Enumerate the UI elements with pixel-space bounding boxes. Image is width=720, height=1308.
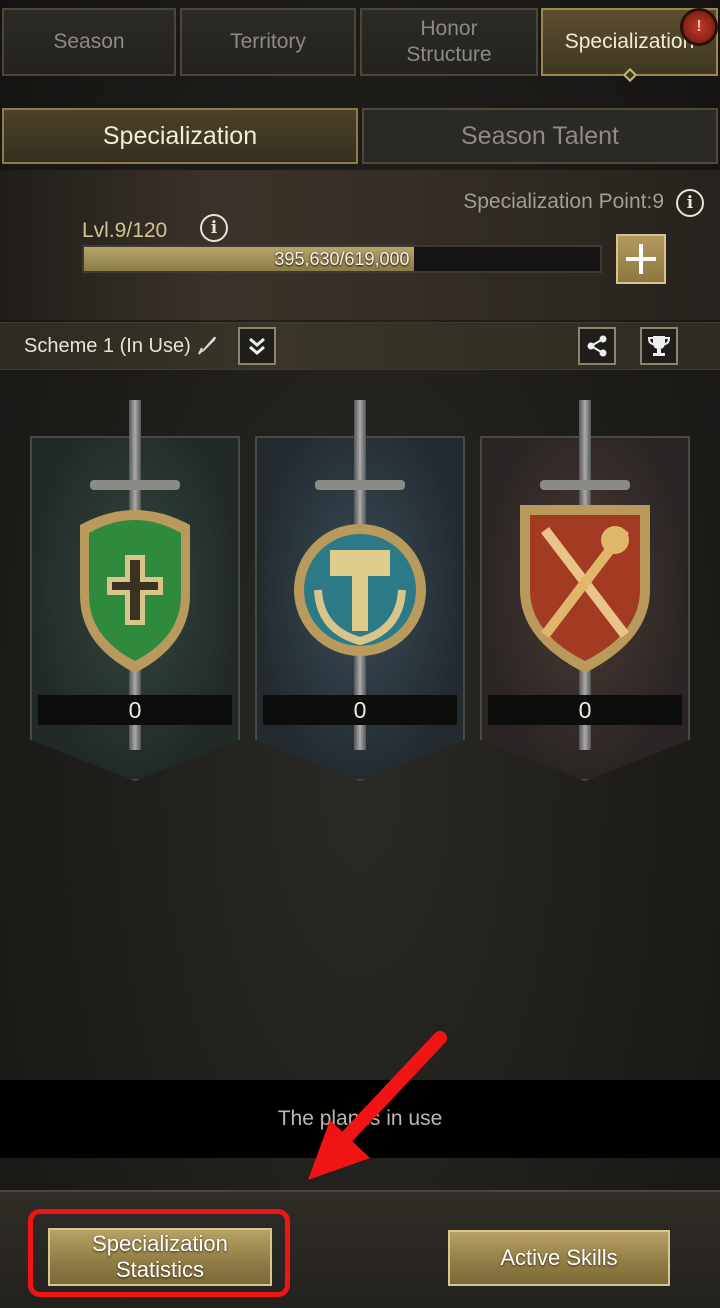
sword-guard <box>315 480 405 490</box>
notification-badge: ! <box>680 8 718 46</box>
trophy-button[interactable] <box>640 327 678 365</box>
active-skills-label: Active Skills <box>500 1245 618 1270</box>
tab-territory[interactable]: Territory <box>180 8 356 76</box>
trophy-icon <box>647 336 671 356</box>
add-experience-button[interactable] <box>616 234 666 284</box>
tab-honor-structure-label: Honor Structure <box>406 17 492 66</box>
specialization-banner-2[interactable]: ⚜ ⚜ 0 <box>255 400 465 785</box>
active-tab-indicator <box>622 67 637 83</box>
banner-2-count: 0 <box>263 695 457 725</box>
hammer-laurel-emblem-icon <box>290 495 430 675</box>
top-tab-bar: Season Territory Honor Structure Special… <box>0 0 720 83</box>
sword-guard <box>90 480 180 490</box>
share-icon <box>587 335 607 357</box>
spec-point-info-icon[interactable]: i <box>676 189 704 217</box>
specialization-point-text: Specialization Point:9 <box>463 190 664 213</box>
sword-guard <box>540 480 630 490</box>
tab-territory-label: Territory <box>230 30 306 53</box>
crossed-swords-emblem-icon <box>515 495 655 675</box>
scheme-label[interactable]: Scheme 1 (In Use) <box>24 334 218 358</box>
tab-season-label: Season <box>53 30 125 53</box>
subtab-specialization-label: Specialization <box>102 121 258 150</box>
active-skills-button[interactable]: Active Skills <box>448 1230 670 1286</box>
level-text: Lvl.9/120 <box>82 219 168 242</box>
specialization-banner-1[interactable]: ⚜ ⚜ 0 <box>30 400 240 785</box>
share-button[interactable] <box>578 327 616 365</box>
quill-edit-icon[interactable] <box>196 334 218 356</box>
tab-specialization-label: Specialization <box>564 30 695 53</box>
level-info-icon[interactable]: i <box>200 214 228 242</box>
experience-value: 395,630/619,000 <box>274 248 410 269</box>
banner-1-count: 0 <box>38 695 232 725</box>
subtab-specialization[interactable]: Specialization <box>2 108 358 164</box>
subtab-season-talent[interactable]: Season Talent <box>362 108 718 164</box>
experience-bar: 395,630/619,000 <box>82 245 602 273</box>
subtab-season-talent-label: Season Talent <box>461 121 619 150</box>
tab-season[interactable]: Season <box>2 8 176 76</box>
tab-specialization[interactable]: Specialization ! <box>541 8 718 83</box>
expand-schemes-button[interactable] <box>238 327 276 365</box>
specialization-banner-3[interactable]: ⚜ ⚜ 0 <box>480 400 690 785</box>
highlight-annotation-box <box>28 1209 290 1297</box>
red-arrow-annotation-icon <box>308 1031 447 1180</box>
tab-honor-structure[interactable]: Honor Structure <box>360 8 538 76</box>
plus-icon <box>626 244 656 274</box>
shield-cross-emblem-icon <box>65 495 205 675</box>
double-chevron-down-icon <box>249 337 265 355</box>
banner-3-count: 0 <box>488 695 682 725</box>
